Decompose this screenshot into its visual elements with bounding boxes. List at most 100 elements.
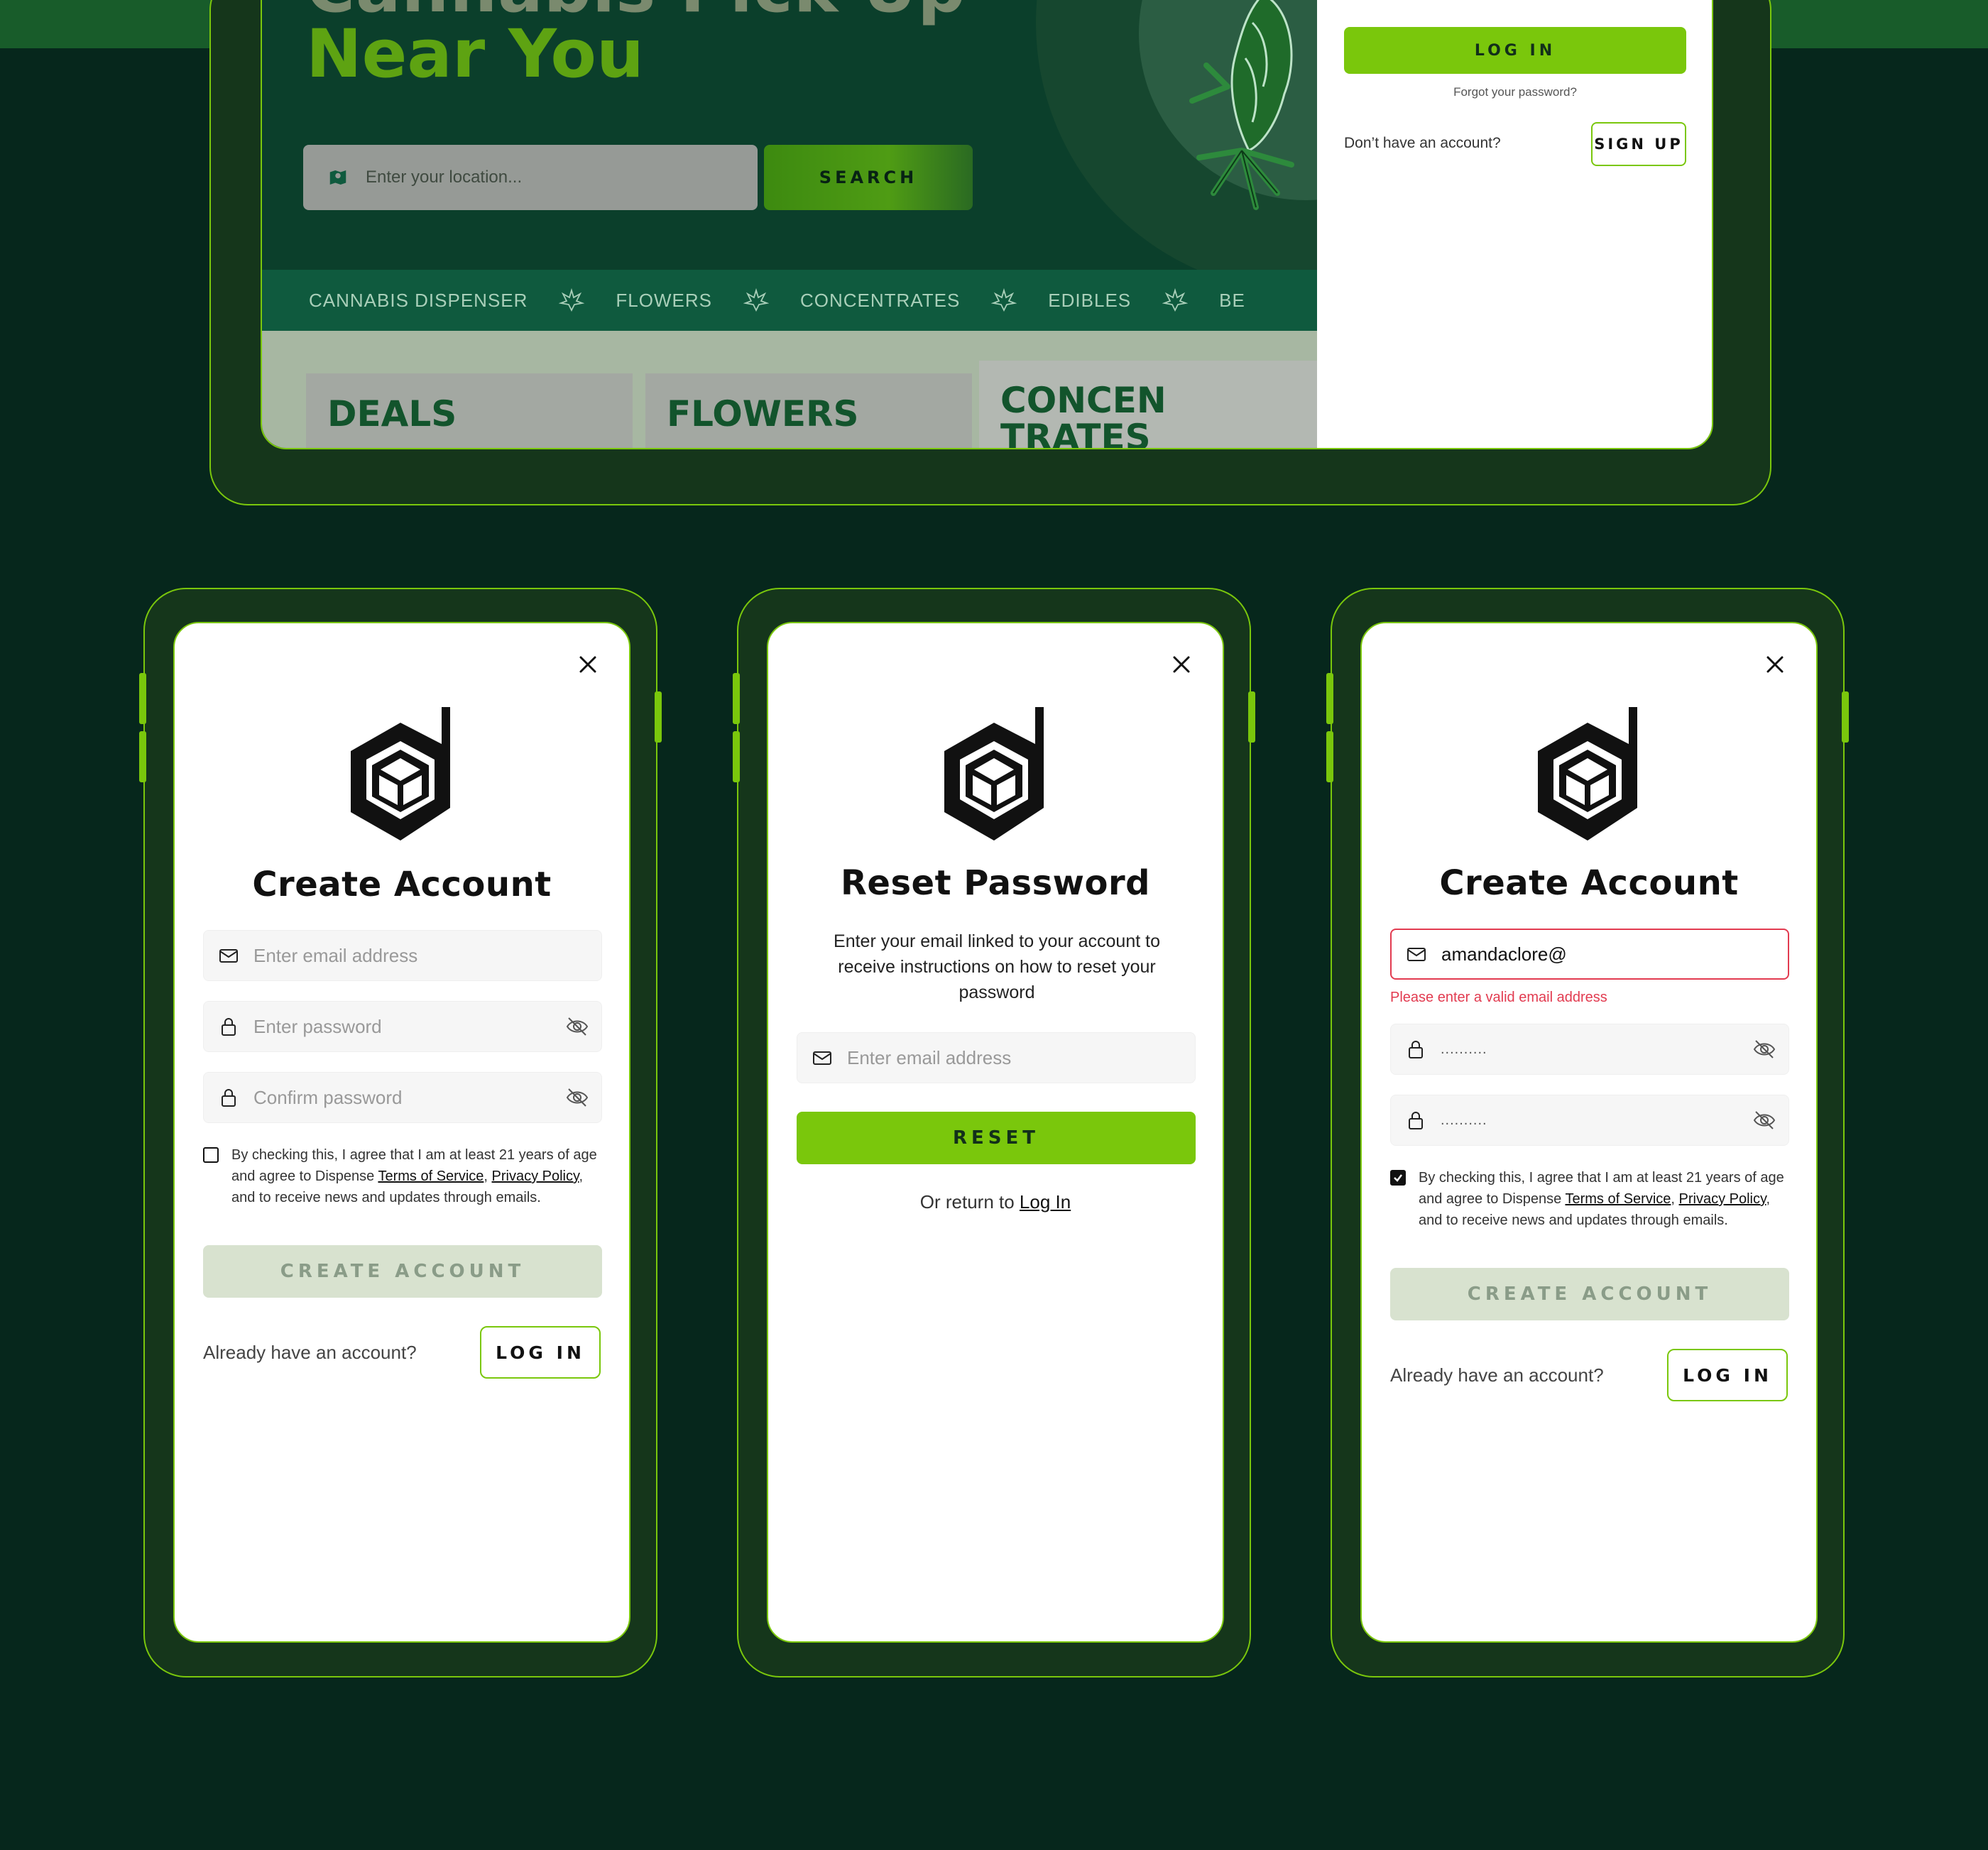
location-placeholder: Enter your location... <box>366 168 523 187</box>
reset-description: Enter your email linked to your account … <box>834 931 1160 1002</box>
terms-checkbox-checked[interactable] <box>1390 1170 1406 1186</box>
card-title-deals: DEALS <box>327 393 457 434</box>
phone-side-button <box>733 673 740 724</box>
eye-off-icon[interactable] <box>564 1085 590 1110</box>
signup-button[interactable]: SIGN UP <box>1591 122 1686 166</box>
lock-icon <box>222 1018 236 1036</box>
cannabis-leaf-icon <box>1162 288 1189 312</box>
cannabis-leaf-icon <box>743 288 769 312</box>
email-field[interactable]: Enter email address <box>797 1032 1196 1083</box>
confirm-masked-value: .......... <box>1441 1112 1487 1128</box>
tablet-screen: Cannabis Pick Up Near You Enter your loc… <box>261 0 1713 449</box>
close-icon[interactable] <box>575 652 601 677</box>
password-placeholder: Enter password <box>253 1015 382 1037</box>
lock-icon <box>1409 1041 1423 1058</box>
login-button[interactable]: LOG IN <box>1344 27 1686 74</box>
nav-item-concentrates[interactable]: CONCENTRATES <box>800 290 960 312</box>
forgot-password-link[interactable]: Forgot your password? <box>1344 85 1686 99</box>
email-placeholder: Enter email address <box>847 1046 1012 1068</box>
agree-comma: , <box>484 1168 492 1184</box>
category-card-deals[interactable]: DEALS <box>306 373 633 448</box>
category-card-flowers[interactable]: FLOWERS <box>645 373 972 448</box>
cannabis-bud-illustration <box>1189 0 1294 210</box>
login-side-panel: LOG IN Forgot your password? Don’t have … <box>1317 0 1712 448</box>
return-text: Or return to <box>919 1191 1020 1213</box>
terms-link[interactable]: Terms of Service <box>1565 1191 1671 1207</box>
reset-button[interactable]: RESET <box>797 1112 1196 1164</box>
create-account-error-screen: Create Account amandaclore@ Please enter… <box>1360 622 1818 1643</box>
category-card-concentrates[interactable]: CONCEN TRATES <box>979 361 1317 449</box>
terms-link[interactable]: Terms of Service <box>378 1168 484 1184</box>
phone-side-button <box>733 731 740 782</box>
page-title: Create Account <box>252 865 552 904</box>
phone-side-button <box>139 731 146 782</box>
email-placeholder: Enter email address <box>253 944 418 966</box>
terms-agreement: By checking this, I agree that I am at l… <box>203 1144 602 1208</box>
confirm-password-field[interactable]: .......... <box>1390 1095 1789 1146</box>
checkbox-checked-icon <box>1394 1174 1402 1182</box>
terms-checkbox[interactable] <box>203 1147 219 1163</box>
password-masked-value: .......... <box>1441 1041 1487 1057</box>
login-button[interactable]: LOG IN <box>480 1326 601 1379</box>
no-account-text: Don’t have an account? <box>1344 135 1501 151</box>
phone-side-button <box>1326 673 1333 724</box>
phone-side-button <box>1842 691 1849 743</box>
lock-icon <box>1409 1112 1423 1129</box>
agreement-text: By checking this, I agree that I am at l… <box>1419 1167 1789 1231</box>
nav-item-flowers[interactable]: FLOWERS <box>616 290 712 312</box>
reset-password-screen: Reset Password Enter your email linked t… <box>767 622 1224 1643</box>
nav-item-truncated[interactable]: BE <box>1219 290 1245 312</box>
card-title-flowers: FLOWERS <box>667 393 859 434</box>
confirm-password-field[interactable]: Confirm password <box>203 1072 602 1123</box>
close-icon[interactable] <box>1762 652 1788 677</box>
eye-off-icon[interactable] <box>1752 1107 1777 1133</box>
email-value: amandaclore@ <box>1441 943 1567 965</box>
page-title: Create Account <box>1439 863 1739 903</box>
login-button[interactable]: LOG IN <box>1667 1349 1788 1401</box>
already-account-text: Already have an account? <box>1390 1364 1604 1386</box>
agree-comma: , <box>1671 1191 1679 1207</box>
page-title: Reset Password <box>840 863 1151 903</box>
close-icon[interactable] <box>1169 652 1194 677</box>
confirm-password-placeholder: Confirm password <box>253 1086 403 1108</box>
eye-off-icon[interactable] <box>564 1014 590 1039</box>
phone-side-button <box>1326 731 1333 782</box>
privacy-link[interactable]: Privacy Policy <box>1679 1191 1766 1207</box>
cannabis-leaf-icon <box>991 288 1017 312</box>
nav-item-edibles[interactable]: EDIBLES <box>1048 290 1131 312</box>
mail-icon <box>219 949 238 963</box>
dispense-logo-icon <box>351 707 450 841</box>
email-error-message: Please enter a valid email address <box>1390 990 1607 1005</box>
password-field[interactable]: .......... <box>1390 1024 1789 1075</box>
lock-icon <box>222 1089 236 1107</box>
map-pin-icon <box>329 170 346 185</box>
privacy-link[interactable]: Privacy Policy <box>492 1168 579 1184</box>
create-account-button[interactable]: CREATE ACCOUNT <box>1390 1268 1789 1320</box>
nav-item-cannabis-dispenser[interactable]: CANNABIS DISPENSER <box>309 290 528 312</box>
location-input[interactable]: Enter your location... <box>303 145 758 210</box>
mail-icon <box>1407 948 1426 961</box>
create-account-button[interactable]: CREATE ACCOUNT <box>203 1245 602 1298</box>
phone-reset-password: Reset Password Enter your email linked t… <box>733 588 1255 1677</box>
phone-side-button <box>139 673 146 724</box>
card-title-concentrates: CONCEN TRATES <box>1000 380 1167 449</box>
return-to-login: Or return to Log In <box>768 1191 1223 1213</box>
login-link[interactable]: Log In <box>1020 1191 1071 1213</box>
phone-create-account: Create Account Enter email address Enter… <box>139 588 662 1677</box>
agreement-text: By checking this, I agree that I am at l… <box>231 1144 602 1208</box>
create-account-screen: Create Account Enter email address Enter… <box>173 622 630 1643</box>
password-field[interactable]: Enter password <box>203 1001 602 1052</box>
phone-side-button <box>1248 691 1255 743</box>
eye-off-icon[interactable] <box>1752 1036 1777 1062</box>
dispense-logo-icon <box>1538 707 1637 841</box>
mail-icon <box>813 1051 831 1065</box>
dispense-logo-icon <box>944 707 1044 841</box>
already-account-text: Already have an account? <box>203 1342 417 1363</box>
email-field-error[interactable]: amandaclore@ <box>1390 929 1789 980</box>
phone-create-account-error: Create Account amandaclore@ Please enter… <box>1326 588 1849 1677</box>
cannabis-leaf-icon <box>559 288 585 312</box>
search-button[interactable]: SEARCH <box>764 145 973 210</box>
hero-title-line2: Near You <box>306 16 644 93</box>
email-field[interactable]: Enter email address <box>203 930 602 981</box>
terms-agreement: By checking this, I agree that I am at l… <box>1390 1167 1789 1231</box>
